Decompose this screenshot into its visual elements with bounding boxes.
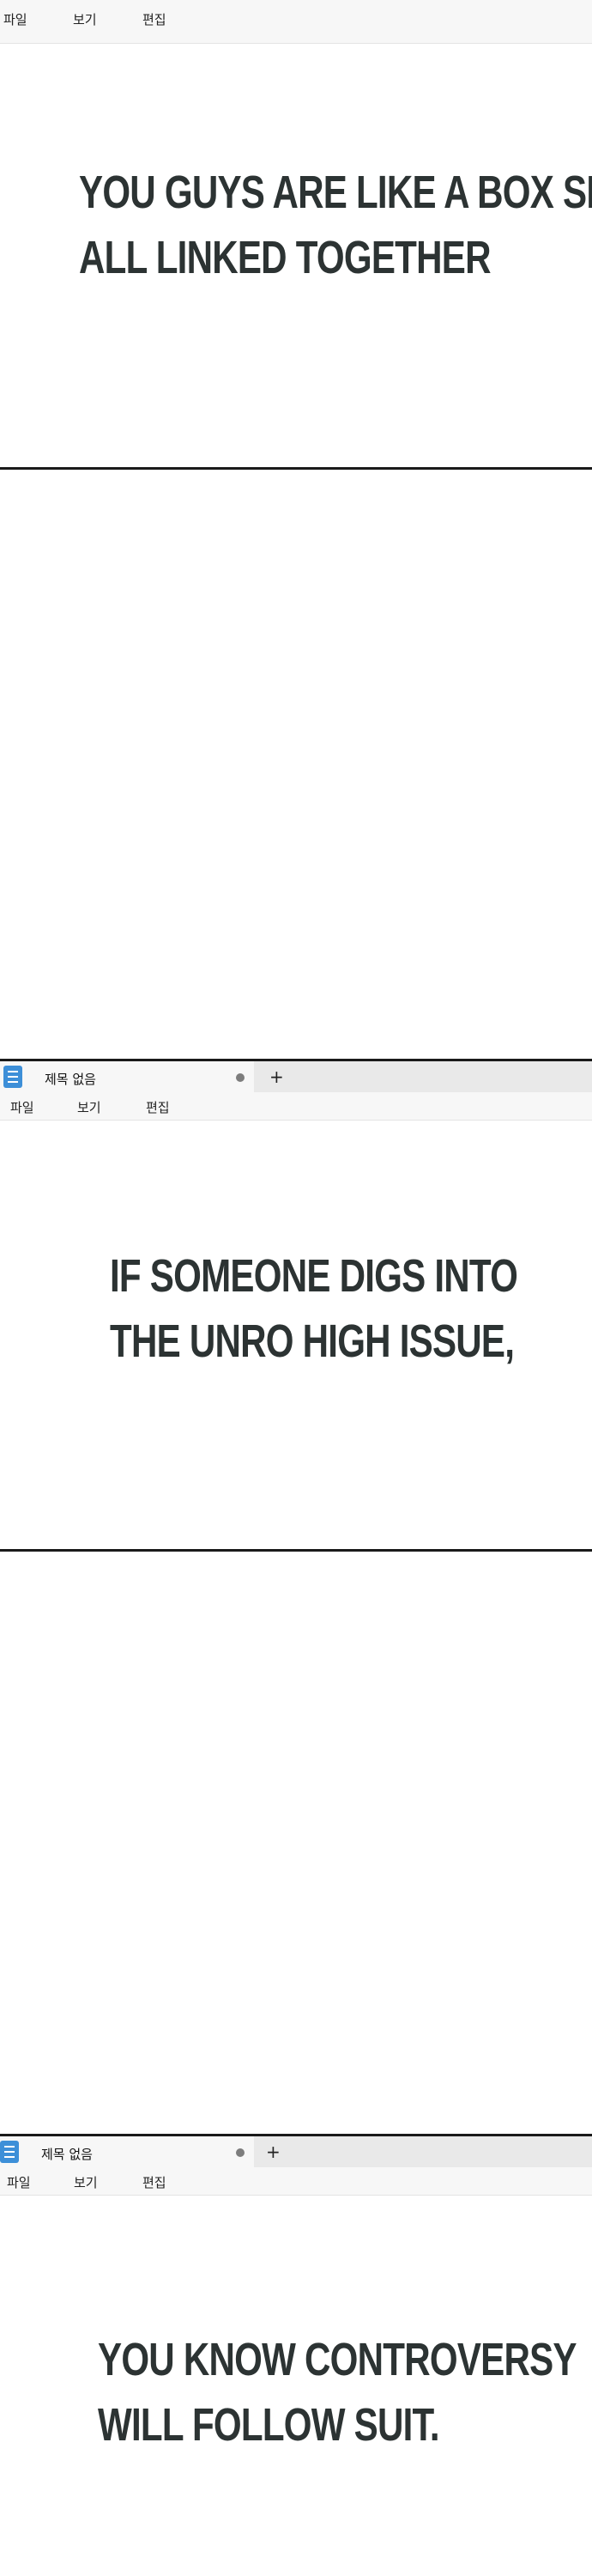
caption-line: YOU KNOW CONTROVERSY [98,2334,577,2385]
caption-unro-high: IF SOMEONE DIGS INTO THE UNRO HIGH ISSUE… [110,1243,518,1374]
caption-line: ALL LINKED TOGETHER [79,232,492,283]
menu-edit[interactable]: 편집 [146,1098,170,1116]
caption-line: YOU GUYS ARE LIKE A BOX SET, [79,167,592,218]
menu-view[interactable]: 보기 [77,1098,101,1116]
comic-panel-1: 파일 보기 편집 YOU GUYS ARE LIKE A BOX SET, AL… [0,0,592,467]
menu-file[interactable]: 파일 [10,1098,34,1116]
tab-title: 제목 없음 [45,1072,96,1087]
tab-bar: 제목 없음 + [0,1061,592,1092]
caption-line: WILL FOLLOW SUIT. [98,2399,440,2451]
menu-bar: 파일 보기 편집 [0,0,592,44]
tab-bar: 제목 없음 + [0,2136,592,2167]
comic-panel-2 [0,470,592,1059]
caption-line: IF SOMEONE DIGS INTO [110,1250,518,1302]
menu-view[interactable]: 보기 [74,2173,98,2191]
menu-view[interactable]: 보기 [73,10,97,28]
notepad-icon [3,1066,22,1088]
comic-panel-4 [0,1552,592,2134]
caption-controversy: YOU KNOW CONTROVERSY WILL FOLLOW SUIT. [98,2327,577,2458]
tab-title: 제목 없음 [41,2147,93,2162]
menu-edit[interactable]: 편집 [142,10,166,28]
active-tab[interactable]: 제목 없음 [0,2136,254,2167]
modified-dot-icon[interactable] [236,2148,245,2157]
new-tab-button[interactable]: + [266,2142,281,2162]
notepad-icon [0,2141,19,2163]
caption-line: THE UNRO HIGH ISSUE, [110,1315,515,1367]
comic-panel-3: 제목 없음 + 파일 보기 편집 IF SOMEONE DIGS INTO TH… [0,1061,592,1549]
menu-file[interactable]: 파일 [7,2173,31,2191]
menu-bar: 파일 보기 편집 [0,1092,592,1121]
caption-box-set: YOU GUYS ARE LIKE A BOX SET, ALL LINKED … [79,160,592,290]
menu-file[interactable]: 파일 [3,10,27,28]
modified-dot-icon[interactable] [236,1073,245,1082]
menu-edit[interactable]: 편집 [142,2173,166,2191]
comic-panel-5: 제목 없음 + 파일 보기 편집 YOU KNOW CONTROVERSY WI… [0,2136,592,2576]
new-tab-button[interactable]: + [269,1066,284,1087]
active-tab[interactable]: 제목 없음 [0,1061,254,1092]
menu-bar: 파일 보기 편집 [0,2167,592,2196]
